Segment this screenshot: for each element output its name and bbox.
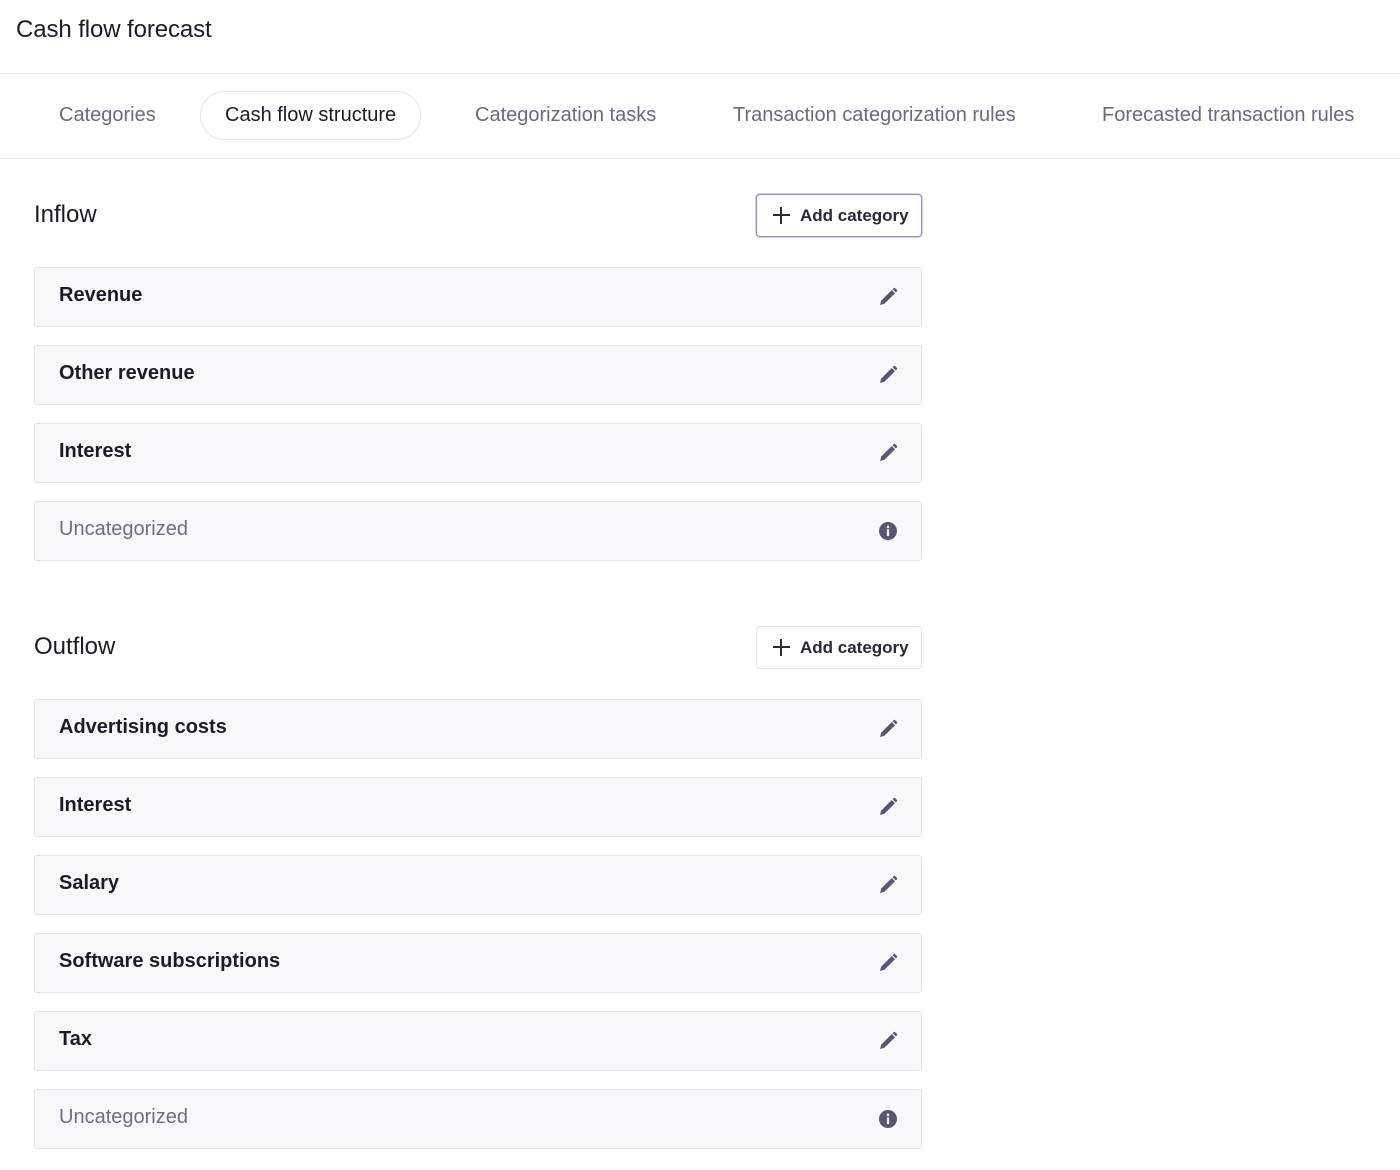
category-label: Uncategorized xyxy=(59,518,188,540)
category-label: Advertising costs xyxy=(59,716,227,738)
pencil-icon[interactable] xyxy=(877,718,899,740)
page-header: Cash flow forecast xyxy=(0,0,1400,74)
category-label: Uncategorized xyxy=(59,1106,188,1128)
inflow-add-category-button[interactable]: Add category xyxy=(756,194,922,237)
category-row: Revenue xyxy=(34,267,922,327)
plus-icon xyxy=(772,206,791,225)
outflow-section-title: Outflow xyxy=(34,633,116,660)
pencil-icon[interactable] xyxy=(877,1030,899,1052)
category-row: Other revenue xyxy=(34,345,922,405)
tabs-bar: Categories Cash flow structure Categoriz… xyxy=(0,74,1400,159)
tab-transaction-categorization-rules[interactable]: Transaction categorization rules xyxy=(714,91,1035,140)
category-row: Interest xyxy=(34,423,922,483)
category-row: Interest xyxy=(34,777,922,837)
info-icon[interactable] xyxy=(877,1108,899,1130)
category-label: Other revenue xyxy=(59,362,195,384)
category-label: Interest xyxy=(59,440,132,462)
category-label: Tax xyxy=(59,1028,92,1050)
pencil-icon[interactable] xyxy=(877,364,899,386)
category-row: Uncategorized xyxy=(34,501,922,561)
category-label: Interest xyxy=(59,794,132,816)
category-label: Revenue xyxy=(59,284,143,306)
category-label: Salary xyxy=(59,872,120,894)
pencil-icon[interactable] xyxy=(877,874,899,896)
category-row: Advertising costs xyxy=(34,699,922,759)
category-row: Salary xyxy=(34,855,922,915)
inflow-section-title: Inflow xyxy=(34,201,97,228)
pencil-icon[interactable] xyxy=(877,442,899,464)
add-category-label: Add category xyxy=(800,637,909,657)
add-category-label: Add category xyxy=(800,205,909,225)
info-icon[interactable] xyxy=(877,520,899,542)
tab-forecasted-transaction-rules[interactable]: Forecasted transaction rules xyxy=(1083,91,1373,140)
tab-cash-flow-structure[interactable]: Cash flow structure xyxy=(200,91,422,140)
category-row: Uncategorized xyxy=(34,1089,922,1149)
pencil-icon[interactable] xyxy=(877,952,899,974)
pencil-icon[interactable] xyxy=(877,286,899,308)
plus-icon xyxy=(772,638,791,657)
outflow-add-category-button[interactable]: Add category xyxy=(756,626,922,669)
category-label: Software subscriptions xyxy=(59,950,281,972)
tab-categorization-tasks[interactable]: Categorization tasks xyxy=(456,91,675,140)
page-title: Cash flow forecast xyxy=(16,16,212,43)
category-row: Software subscriptions xyxy=(34,933,922,993)
category-row: Tax xyxy=(34,1011,922,1071)
pencil-icon[interactable] xyxy=(877,796,899,818)
tab-categories[interactable]: Categories xyxy=(40,91,175,140)
